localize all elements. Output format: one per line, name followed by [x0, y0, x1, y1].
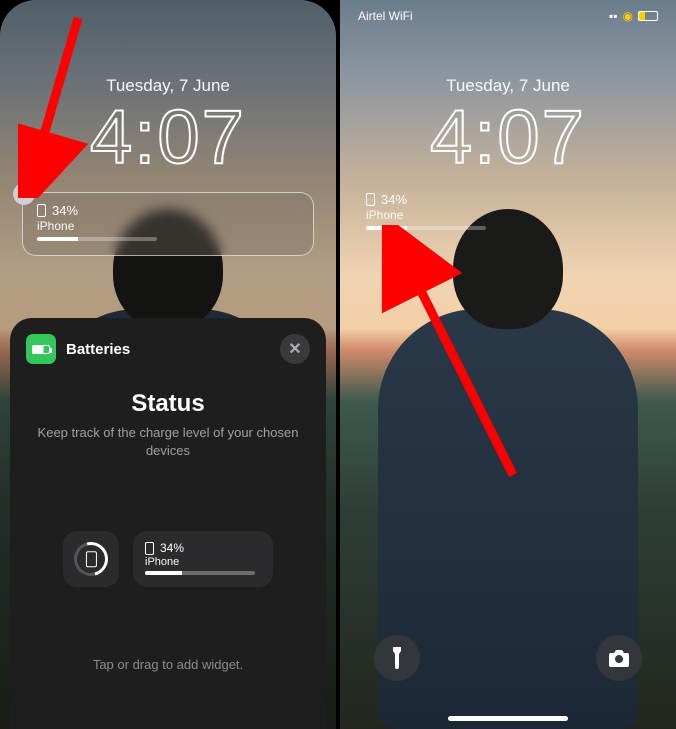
battery-status-icon — [638, 11, 658, 21]
camera-button[interactable] — [596, 635, 642, 681]
datetime-block: Tuesday, 7 June 4:07 — [0, 76, 336, 176]
phone-lockscreen-final: Airtel WiFi ▪▪ ◉ Tuesday, 7 June 4:07 34… — [340, 0, 676, 729]
phone-lockscreen-edit: Tuesday, 7 June 4:07 − 34% iPhone Batter… — [0, 0, 336, 729]
battery-bar — [366, 226, 486, 230]
phone-icon — [145, 542, 154, 555]
lockscreen-time: 4:07 — [340, 100, 676, 176]
remove-widget-button[interactable]: − — [13, 183, 35, 205]
phone-icon — [366, 193, 375, 206]
wifi-icon: ◉ — [623, 9, 633, 23]
battery-ring-icon — [68, 536, 114, 582]
lockscreen-date: Tuesday, 7 June — [0, 76, 336, 96]
widget-preview-bar[interactable]: 34% iPhone — [133, 531, 273, 587]
widget-picker-sheet: Batteries ✕ Status Keep track of the cha… — [10, 318, 326, 729]
close-sheet-button[interactable]: ✕ — [280, 334, 310, 364]
preview-percent: 34% — [160, 541, 184, 555]
signal-icon: ▪▪ — [609, 9, 618, 23]
add-widget-hint: Tap or drag to add widget. — [26, 657, 310, 672]
camera-icon — [608, 649, 630, 667]
status-bar: Airtel WiFi ▪▪ ◉ — [340, 6, 676, 26]
phone-icon — [37, 204, 46, 217]
lockscreen-battery-widget[interactable]: 34% iPhone — [366, 192, 646, 230]
datetime-block: Tuesday, 7 June 4:07 — [340, 76, 676, 176]
lockscreen-date: Tuesday, 7 June — [340, 76, 676, 96]
home-indicator[interactable] — [448, 716, 568, 721]
preview-bar — [145, 571, 255, 575]
battery-bar — [37, 237, 157, 241]
carrier-label: Airtel WiFi — [358, 9, 413, 23]
battery-device: iPhone — [366, 208, 646, 222]
preview-device: iPhone — [145, 556, 179, 568]
flashlight-button[interactable] — [374, 635, 420, 681]
lockscreen-quick-actions — [340, 635, 676, 681]
batteries-app-icon — [26, 334, 56, 364]
battery-percent: 34% — [381, 192, 407, 207]
battery-device: iPhone — [37, 219, 299, 233]
flashlight-icon — [388, 647, 406, 669]
lockscreen-time: 4:07 — [0, 100, 336, 176]
battery-percent: 34% — [52, 203, 78, 218]
widget-preview-ring[interactable] — [63, 531, 119, 587]
widget-app-name: Batteries — [66, 341, 130, 358]
widget-preview-row: 34% iPhone — [26, 531, 310, 587]
lockscreen-battery-widget-selected[interactable]: − 34% iPhone — [22, 192, 314, 256]
widget-description: Keep track of the charge level of your c… — [26, 424, 310, 459]
widget-title: Status — [26, 390, 310, 418]
